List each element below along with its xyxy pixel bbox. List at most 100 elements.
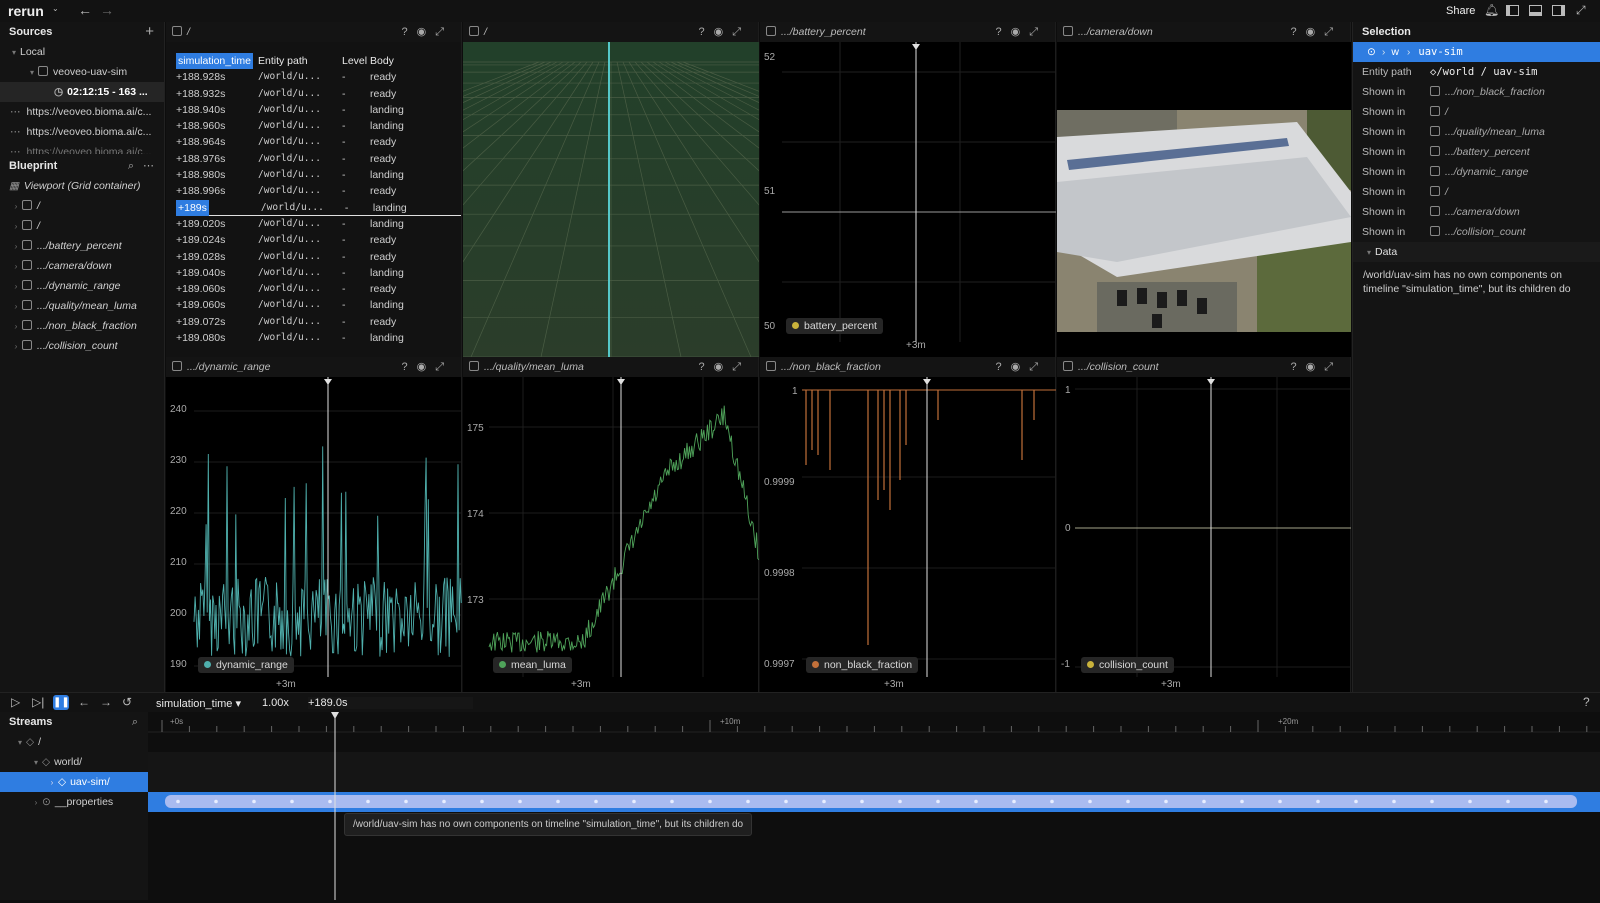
search-icon[interactable]: ⌕ [128, 156, 134, 176]
help-icon[interactable]: ? [698, 361, 713, 373]
toggle-bottom-panel-icon[interactable] [1529, 5, 1542, 16]
share-button[interactable]: Share [1446, 5, 1475, 17]
battery-plot[interactable] [760, 42, 1056, 357]
view-actions[interactable]: ?◉⤢ [401, 22, 453, 42]
maximize-icon[interactable]: ⤢ [732, 361, 750, 373]
uav-data-bar[interactable] [165, 795, 1577, 808]
col-header[interactable]: Entity path [258, 53, 342, 69]
toggle-left-panel-icon[interactable] [1506, 5, 1519, 16]
view-actions[interactable]: ?◉⤢ [698, 357, 750, 377]
back-arrow-icon[interactable]: ← [78, 2, 92, 18]
timeline-panel[interactable]: +0s +10m +20m /world/uav-sim has no own … [148, 712, 1600, 900]
eye-icon[interactable]: ◉ [1306, 26, 1325, 38]
selection-breadcrumb[interactable]: ⊙ › w › uav-sim [1353, 42, 1600, 62]
source-url[interactable]: ⋯ https://veoveo.bioma.ai/c... [0, 122, 164, 142]
table-row[interactable]: +188.940s/world/u... - landing [176, 102, 461, 118]
step-forward-arrow-icon[interactable]: → [100, 695, 112, 709]
shown-in-row[interactable]: Shown in .../quality/mean_luma [1353, 122, 1600, 142]
more-icon[interactable]: ⋯ [143, 156, 154, 176]
time-cursor-marker[interactable] [912, 44, 920, 50]
view-actions[interactable]: ?◉⤢ [401, 357, 453, 377]
source-url[interactable]: ⋯ https://veoveo.bioma.ai/c... [0, 102, 164, 122]
playback-speed[interactable]: 1.00x [262, 697, 289, 709]
loop-icon[interactable]: ↺ [122, 695, 132, 709]
blueprint-item[interactable]: › / [0, 196, 164, 216]
blueprint-item[interactable]: › / [0, 216, 164, 236]
table-row[interactable]: +188.928s/world/u... - ready [176, 69, 461, 85]
table-row[interactable]: +189.060s/world/u... - landing [176, 297, 461, 313]
help-icon[interactable]: ? [698, 26, 713, 38]
help-icon[interactable]: ? [995, 26, 1010, 38]
step-back-icon[interactable]: ← [78, 695, 90, 709]
maximize-icon[interactable]: ⤢ [435, 26, 453, 38]
shown-in-row[interactable]: Shown in .../collision_count [1353, 222, 1600, 242]
eye-icon[interactable]: ◉ [1011, 361, 1030, 373]
maximize-icon[interactable]: ⤢ [1324, 26, 1342, 38]
time-cursor-marker[interactable] [324, 379, 332, 385]
maximize-icon[interactable]: ⤢ [732, 26, 750, 38]
maximize-icon[interactable]: ⤢ [1029, 26, 1047, 38]
time-cursor-marker[interactable] [617, 379, 625, 385]
collision-count-plot[interactable] [1057, 377, 1351, 692]
time-cursor-marker[interactable] [331, 712, 339, 719]
add-source-icon[interactable]: + [145, 22, 154, 42]
dynamic-range-plot[interactable] [166, 377, 462, 692]
table-row[interactable]: +189.080s/world/u... - landing [176, 330, 461, 346]
data-section-header[interactable]: ▾ Data [1353, 242, 1600, 262]
table-row[interactable]: +189.020s/world/u... - landing [176, 216, 461, 232]
eye-icon[interactable]: ◉ [714, 361, 733, 373]
view-actions[interactable]: ?◉⤢ [995, 357, 1047, 377]
stream-root[interactable]: ▾ ◇ / [0, 732, 148, 752]
notification-bell-icon[interactable]: 🔔︎ [1484, 3, 1499, 17]
app-logo[interactable]: rerun [8, 3, 44, 19]
pause-icon[interactable]: ❚❚ [53, 695, 70, 710]
help-icon[interactable]: ? [1583, 695, 1590, 709]
view-actions[interactable]: ?◉⤢ [995, 22, 1047, 42]
blueprint-item[interactable]: › .../camera/down [0, 256, 164, 276]
logo-menu-chevron-icon[interactable]: ⌄ [52, 4, 59, 13]
eye-icon[interactable]: ◉ [1306, 361, 1325, 373]
forward-arrow-icon[interactable]: → [100, 2, 114, 18]
table-row[interactable]: +189.024s/world/u... - ready [176, 232, 461, 248]
stream-world[interactable]: ▾ ◇ world/ [0, 752, 148, 772]
blueprint-item[interactable]: › .../dynamic_range [0, 276, 164, 296]
blueprint-item[interactable]: › .../battery_percent [0, 236, 164, 256]
maximize-icon[interactable]: ⤢ [1324, 361, 1342, 373]
stream-uav-sim[interactable]: › ◇ uav-sim/ [0, 772, 148, 792]
help-icon[interactable]: ? [1290, 26, 1305, 38]
table-row[interactable]: +188.964s/world/u... - ready [176, 134, 461, 150]
fullscreen-icon[interactable]: ⤢ [1576, 3, 1586, 18]
breadcrumb-item[interactable]: uav-sim [1418, 46, 1462, 58]
plot-legend[interactable]: collision_count [1081, 657, 1174, 673]
table-row[interactable]: +189.072s/world/u... - ready [176, 314, 461, 330]
step-forward-icon[interactable]: ▷| [32, 695, 44, 709]
shown-in-row[interactable]: Shown in / [1353, 182, 1600, 202]
col-header[interactable]: simulation_time [176, 53, 253, 70]
table-row[interactable]: +189.060s/world/u... - ready [176, 281, 461, 297]
time-cursor-marker[interactable] [1207, 379, 1215, 385]
source-local[interactable]: ▾ Local [0, 42, 164, 62]
time-cursor-marker[interactable] [923, 379, 931, 385]
maximize-icon[interactable]: ⤢ [435, 361, 453, 373]
help-icon[interactable]: ? [1290, 361, 1305, 373]
search-icon[interactable]: ⌕ [132, 712, 138, 732]
blueprint-item[interactable]: › .../non_black_fraction [0, 316, 164, 336]
current-time-field[interactable]: +189.0s [308, 697, 473, 709]
plot-legend[interactable]: non_black_fraction [806, 657, 919, 673]
shown-in-row[interactable]: Shown in .../camera/down [1353, 202, 1600, 222]
shown-in-row[interactable]: Shown in .../dynamic_range [1353, 162, 1600, 182]
eye-icon[interactable]: ◉ [1011, 26, 1030, 38]
col-header[interactable]: Level [342, 53, 370, 69]
viewport-item[interactable]: ▦ Viewport (Grid container) [0, 176, 164, 196]
timeline-select[interactable]: simulation_time ▾ [156, 697, 241, 710]
eye-icon[interactable]: ◉ [714, 26, 733, 38]
play-icon[interactable]: ▷ [11, 695, 20, 709]
help-icon[interactable]: ? [401, 26, 416, 38]
plot-legend[interactable]: dynamic_range [198, 657, 294, 673]
stream-properties[interactable]: › ⊙ __properties [0, 792, 148, 812]
shown-in-row[interactable]: Shown in .../battery_percent [1353, 142, 1600, 162]
eye-icon[interactable]: ◉ [417, 26, 436, 38]
mean-luma-plot[interactable] [463, 377, 760, 692]
source-session[interactable]: ◷ 02:12:15 - 163 ... [0, 82, 164, 102]
table-row[interactable]: +188.960s/world/u... - landing [176, 118, 461, 134]
